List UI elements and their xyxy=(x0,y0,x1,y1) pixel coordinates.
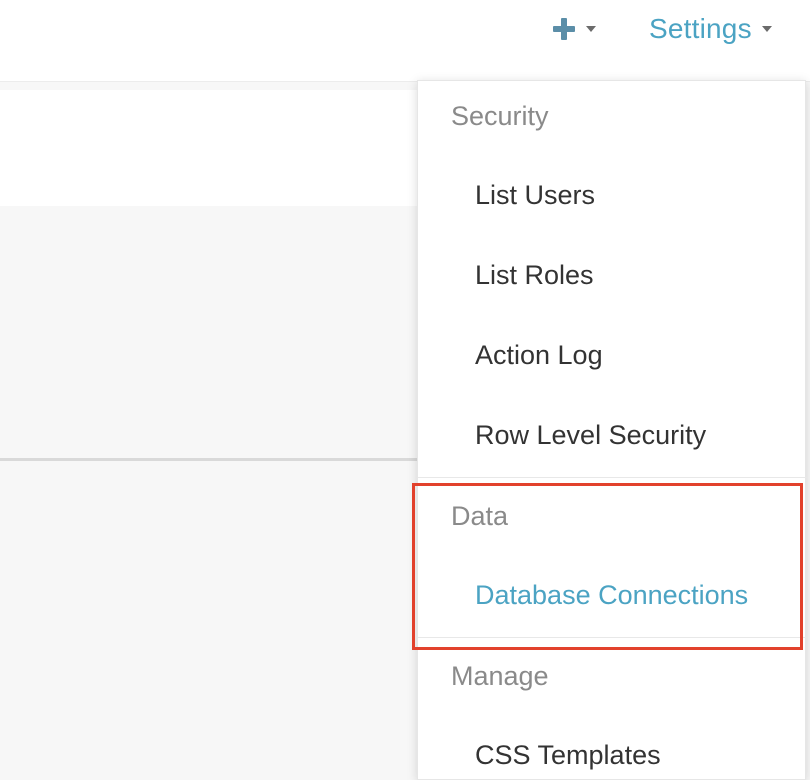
menu-item-row-level-security[interactable]: Row Level Security xyxy=(475,420,706,451)
menu-item-list-roles[interactable]: List Roles xyxy=(475,260,594,291)
caret-down-icon xyxy=(586,26,596,32)
new-item-dropdown[interactable] xyxy=(552,14,596,44)
settings-dropdown-menu: Security List Users List Roles Action Lo… xyxy=(417,80,807,780)
menu-item-css-templates[interactable]: CSS Templates xyxy=(475,740,661,771)
menu-item-database-connections[interactable]: Database Connections xyxy=(475,580,748,611)
group-label-security: Security xyxy=(451,101,549,131)
menu-divider xyxy=(418,637,807,638)
menu-divider xyxy=(418,477,807,478)
menu-item-action-log[interactable]: Action Log xyxy=(475,340,603,371)
settings-label: Settings xyxy=(649,13,752,44)
caret-down-icon xyxy=(761,26,772,32)
group-label-data: Data xyxy=(451,501,509,531)
group-label-manage: Manage xyxy=(451,661,549,691)
top-navbar: Settings xyxy=(0,0,810,82)
plus-icon xyxy=(552,17,576,41)
content-panel xyxy=(0,90,420,206)
settings-dropdown-toggle[interactable]: Settings xyxy=(649,12,772,46)
content-divider xyxy=(0,458,420,461)
menu-item-list-users[interactable]: List Users xyxy=(475,180,595,211)
